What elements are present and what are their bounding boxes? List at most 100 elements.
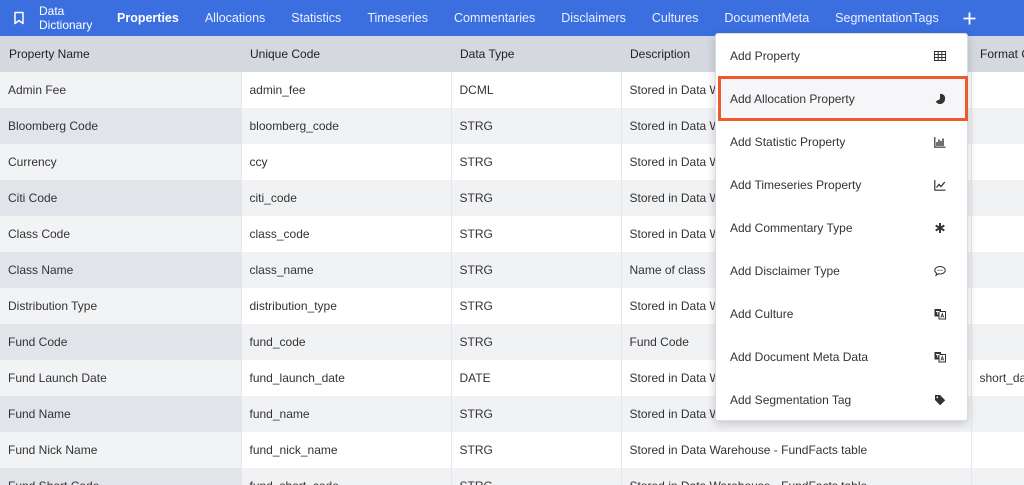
cell-unique-code: fund_nick_name: [241, 432, 452, 468]
cell-unique-code: distribution_type: [241, 288, 452, 324]
column-header-unique-code[interactable]: Unique Code: [241, 36, 451, 72]
cell-property-name: Class Name: [0, 252, 242, 288]
menu-item-label: Add Statistic Property: [730, 134, 846, 149]
cell-property-name: Fund Nick Name: [0, 432, 242, 468]
nav-links: Properties Allocations Statistics Timese…: [104, 0, 952, 36]
cell-property-name: Bloomberg Code: [0, 108, 242, 144]
cell-format: [971, 396, 1024, 432]
menu-item-label: Add Culture: [730, 306, 794, 321]
cell-format: [971, 180, 1024, 216]
cell-data-type: STRG: [451, 144, 622, 180]
cell-data-type: STRG: [451, 432, 622, 468]
cell-property-name: Currency: [0, 144, 242, 180]
nav-tab-statistics[interactable]: Statistics: [278, 0, 354, 36]
asterisk-icon: [933, 221, 947, 235]
menu-item-label: Add Property: [730, 48, 801, 63]
cell-unique-code: admin_fee: [241, 72, 452, 108]
language-icon: [933, 350, 947, 364]
cell-format: [971, 216, 1024, 252]
top-nav-bar: Data Dictionary Properties Allocations S…: [0, 0, 1024, 36]
cell-property-name: Fund Short Code: [0, 468, 242, 485]
cell-data-type: STRG: [451, 468, 622, 485]
pie-chart-icon: [933, 92, 947, 106]
tag-icon: [933, 393, 947, 407]
add-new-button[interactable]: [960, 0, 980, 36]
comment-icon: [933, 264, 947, 278]
menu-item-add-segmentation-tag[interactable]: Add Segmentation Tag: [716, 378, 967, 421]
cell-unique-code: citi_code: [241, 180, 452, 216]
cell-format: short_da: [971, 360, 1024, 396]
cell-property-name: Citi Code: [0, 180, 242, 216]
cell-unique-code: fund_launch_date: [241, 360, 452, 396]
menu-item-add-disclaimer-type[interactable]: Add Disclaimer Type: [716, 249, 967, 292]
column-header-data-type[interactable]: Data Type: [451, 36, 621, 72]
cell-data-type: STRG: [451, 324, 622, 360]
bar-chart-icon: [933, 135, 947, 149]
menu-item-add-culture[interactable]: Add Culture: [716, 292, 967, 335]
cell-data-type: STRG: [451, 180, 622, 216]
cell-unique-code: class_code: [241, 216, 452, 252]
cell-format: [971, 324, 1024, 360]
menu-item-add-document-meta-data[interactable]: Add Document Meta Data: [716, 335, 967, 378]
cell-data-type: STRG: [451, 216, 622, 252]
column-header-format[interactable]: Format C: [971, 36, 1024, 72]
cell-unique-code: class_name: [241, 252, 452, 288]
cell-description: Stored in Data Warehouse - FundFacts tab…: [621, 468, 972, 485]
nav-tab-timeseries[interactable]: Timeseries: [354, 0, 441, 36]
nav-tab-disclaimers[interactable]: Disclaimers: [548, 0, 639, 36]
brand-link[interactable]: Data Dictionary: [0, 0, 104, 36]
nav-tab-cultures[interactable]: Cultures: [639, 0, 712, 36]
table-row[interactable]: Fund Short Code fund_short_code STRG Sto…: [0, 468, 1024, 485]
nav-tab-commentaries[interactable]: Commentaries: [441, 0, 548, 36]
cell-data-type: DCML: [451, 72, 622, 108]
cell-unique-code: fund_code: [241, 324, 452, 360]
menu-item-add-timeseries-property[interactable]: Add Timeseries Property: [716, 163, 967, 206]
cell-unique-code: ccy: [241, 144, 452, 180]
cell-data-type: STRG: [451, 396, 622, 432]
brand-title: Data Dictionary: [39, 4, 93, 32]
menu-item-label: Add Disclaimer Type: [730, 263, 840, 278]
add-dropdown-menu: Add Property Add Allocation Property Add…: [715, 33, 968, 421]
cell-format: [971, 108, 1024, 144]
table-icon: [933, 49, 947, 63]
nav-tab-allocations[interactable]: Allocations: [192, 0, 278, 36]
nav-tab-segmentationtags[interactable]: SegmentationTags: [822, 0, 952, 36]
cell-property-name: Distribution Type: [0, 288, 242, 324]
table-row[interactable]: Fund Nick Name fund_nick_name STRG Store…: [0, 432, 1024, 468]
bookmark-icon: [14, 11, 24, 25]
cell-data-type: STRG: [451, 288, 622, 324]
cell-format: [971, 72, 1024, 108]
line-chart-icon: [933, 178, 947, 192]
cell-property-name: Admin Fee: [0, 72, 242, 108]
language-icon: [933, 307, 947, 321]
column-header-property-name[interactable]: Property Name: [0, 36, 241, 72]
menu-item-label: Add Timeseries Property: [730, 177, 862, 192]
menu-item-label: Add Commentary Type: [730, 220, 853, 235]
menu-item-add-statistic-property[interactable]: Add Statistic Property: [716, 120, 967, 163]
cell-data-type: STRG: [451, 252, 622, 288]
menu-item-add-commentary-type[interactable]: Add Commentary Type: [716, 206, 967, 249]
cell-unique-code: fund_short_code: [241, 468, 452, 485]
cell-data-type: DATE: [451, 360, 622, 396]
nav-tab-properties[interactable]: Properties: [104, 0, 192, 36]
cell-property-name: Class Code: [0, 216, 242, 252]
menu-item-label: Add Segmentation Tag: [730, 392, 852, 407]
cell-property-name: Fund Code: [0, 324, 242, 360]
cell-format: [971, 432, 1024, 468]
cell-description: Stored in Data Warehouse - FundFacts tab…: [621, 432, 972, 468]
menu-item-label: Add Document Meta Data: [730, 349, 869, 364]
cell-unique-code: fund_name: [241, 396, 452, 432]
cell-format: [971, 288, 1024, 324]
menu-item-add-allocation-property[interactable]: Add Allocation Property: [718, 76, 968, 121]
cell-property-name: Fund Launch Date: [0, 360, 242, 396]
plus-icon: [963, 12, 976, 24]
cell-unique-code: bloomberg_code: [241, 108, 452, 144]
menu-item-add-property[interactable]: Add Property: [716, 34, 967, 77]
cell-format: [971, 144, 1024, 180]
cell-format: [971, 252, 1024, 288]
menu-item-label: Add Allocation Property: [730, 91, 855, 106]
nav-tab-documentmeta[interactable]: DocumentMeta: [711, 0, 822, 36]
cell-property-name: Fund Name: [0, 396, 242, 432]
cell-format: [971, 468, 1024, 485]
cell-data-type: STRG: [451, 108, 622, 144]
